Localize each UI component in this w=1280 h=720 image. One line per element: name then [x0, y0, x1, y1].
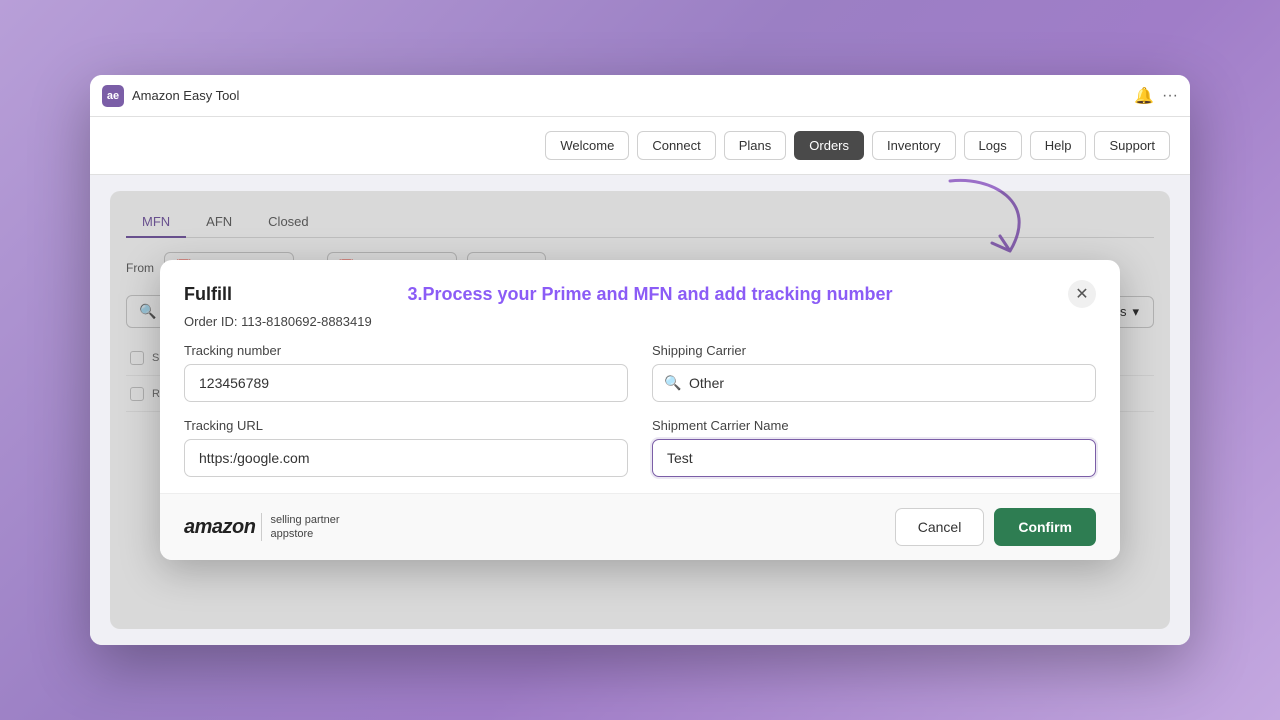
title-bar: ae Amazon Easy Tool 🔔 ···: [90, 75, 1190, 117]
amazon-logo-text: amazon: [184, 516, 255, 539]
app-window: ae Amazon Easy Tool 🔔 ··· Welcome Connec…: [90, 75, 1190, 645]
shipment-carrier-name-label: Shipment Carrier Name: [652, 418, 1096, 433]
inner-panel: MFN AFN Closed From 📅 2023-09-25 To 📅 20…: [110, 191, 1170, 629]
modal-close-button[interactable]: ✕: [1068, 280, 1096, 308]
nav-support[interactable]: Support: [1094, 131, 1170, 160]
nav-connect[interactable]: Connect: [637, 131, 715, 160]
content-area: MFN AFN Closed From 📅 2023-09-25 To 📅 20…: [90, 175, 1190, 645]
confirm-button[interactable]: Confirm: [994, 508, 1096, 546]
nav-bar: Welcome Connect Plans Orders Inventory L…: [90, 117, 1190, 175]
cancel-button[interactable]: Cancel: [895, 508, 985, 546]
nav-welcome[interactable]: Welcome: [545, 131, 629, 160]
nav-help[interactable]: Help: [1030, 131, 1087, 160]
nav-inventory[interactable]: Inventory: [872, 131, 955, 160]
carrier-search-icon: 🔍: [664, 375, 681, 392]
modal-overlay: Fulfill 3.Process your Prime and MFN and…: [110, 191, 1170, 629]
nav-orders[interactable]: Orders: [794, 131, 864, 160]
shipment-carrier-name-input[interactable]: [652, 439, 1096, 477]
shipping-carrier-input[interactable]: [652, 364, 1096, 402]
modal-title-left: Fulfill: [184, 284, 232, 305]
order-id-value: 113-8180692-8883419: [241, 314, 372, 329]
tracking-number-label: Tracking number: [184, 343, 628, 358]
tracking-number-input[interactable]: [184, 364, 628, 402]
nav-logs[interactable]: Logs: [964, 131, 1022, 160]
nav-plans[interactable]: Plans: [724, 131, 787, 160]
modal-body: Tracking number Shipping Carrier 🔍: [160, 343, 1120, 493]
tracking-url-input[interactable]: [184, 439, 628, 477]
modal-title-center: 3.Process your Prime and MFN and add tra…: [232, 284, 1068, 305]
modal-footer: amazon selling partner appstore Cancel C…: [160, 493, 1120, 560]
more-options-icon[interactable]: ···: [1162, 87, 1178, 105]
shipment-carrier-name-group: Shipment Carrier Name: [652, 418, 1096, 477]
app-logo: ae: [102, 85, 124, 107]
fulfill-modal: Fulfill 3.Process your Prime and MFN and…: [160, 260, 1120, 560]
tracking-number-group: Tracking number: [184, 343, 628, 402]
title-bar-actions: 🔔 ···: [1134, 86, 1178, 106]
footer-buttons: Cancel Confirm: [895, 508, 1096, 546]
modal-header: Fulfill 3.Process your Prime and MFN and…: [160, 260, 1120, 308]
amazon-partner-text: selling partner appstore: [261, 513, 339, 542]
amazon-logo: amazon selling partner appstore: [184, 513, 340, 542]
shipping-carrier-label: Shipping Carrier: [652, 343, 1096, 358]
tracking-url-label: Tracking URL: [184, 418, 628, 433]
order-id-label: Order ID:: [184, 314, 237, 329]
shipping-carrier-input-wrap: 🔍: [652, 364, 1096, 402]
notification-icon[interactable]: 🔔: [1134, 86, 1154, 106]
tracking-url-group: Tracking URL: [184, 418, 628, 477]
modal-order-id: Order ID: 113-8180692-8883419: [160, 314, 1120, 343]
shipping-carrier-group: Shipping Carrier 🔍: [652, 343, 1096, 402]
app-title: Amazon Easy Tool: [132, 88, 1134, 103]
